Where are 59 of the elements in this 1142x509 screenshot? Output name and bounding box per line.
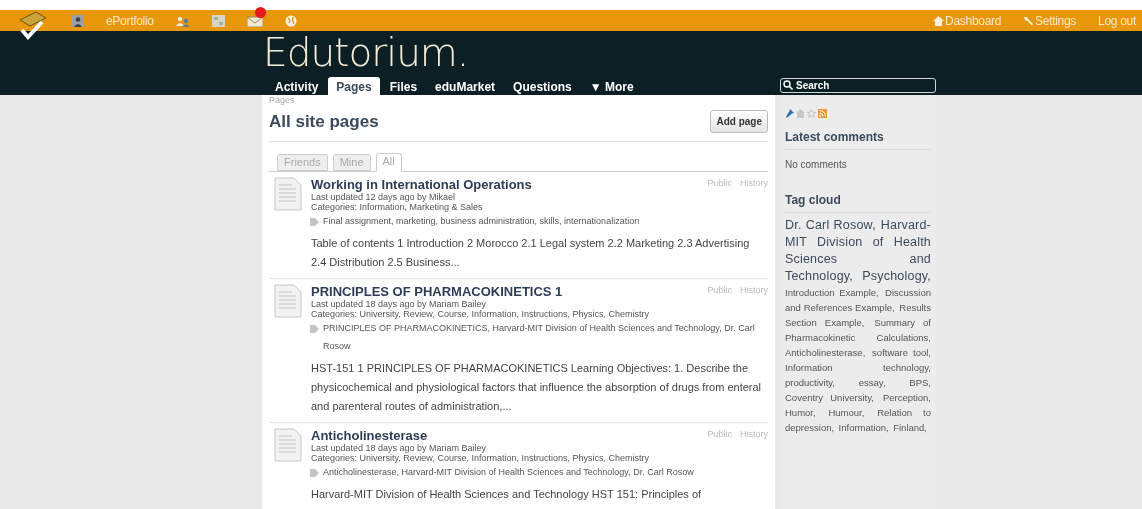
nav-tab[interactable]: eduMarket <box>427 79 504 95</box>
tag-icon <box>310 324 319 333</box>
top-bar-link[interactable]: Dashboard <box>933 11 1002 30</box>
nav-tab[interactable]: Questions <box>505 79 580 95</box>
rss-icon[interactable] <box>818 109 827 118</box>
nav-tab[interactable]: Activity <box>267 79 327 95</box>
summary-text: Harvard-MIT Division of Health Sciences and Technology HST 151: Principles of <box>311 486 703 502</box>
star-icon[interactable] <box>807 109 816 118</box>
document-icon <box>274 283 302 318</box>
people-icon[interactable] <box>175 14 190 27</box>
categories-text: Categories: Information, Marketing & Sales <box>311 201 484 212</box>
updated-text: Last updated 12 days ago by Mikael <box>311 191 457 202</box>
tags-text: Anticholinesterase, Harvard-MIT Division of Health Sciences and Technology, Dr. Carl Rosow <box>323 465 694 479</box>
top-bar-link[interactable]: Settings <box>1023 11 1077 30</box>
page-title: All site pages <box>269 111 379 133</box>
section-heading: Latest comments <box>785 128 931 150</box>
nav-tab[interactable]: Pages <box>328 77 380 95</box>
site-logo[interactable]: Edutorium. <box>262 32 469 74</box>
section-heading: Tag cloud <box>785 191 931 213</box>
history-link[interactable]: History <box>740 427 768 441</box>
mail-icon[interactable] <box>246 14 263 27</box>
filter-tab[interactable]: Friends <box>277 153 328 171</box>
search-field[interactable]: Search <box>780 78 936 93</box>
top-bar-link[interactable]: ePortfolio <box>106 11 154 30</box>
page-link[interactable]: Anticholinesterase <box>311 427 428 443</box>
access-link[interactable]: Public <box>707 283 732 297</box>
globe-icon[interactable] <box>284 14 297 27</box>
filter-tab[interactable]: All <box>375 152 402 172</box>
top-bar-link[interactable]: Log out <box>1098 11 1136 30</box>
nav-tab[interactable]: Files <box>381 79 426 95</box>
categories-text: Categories: University, Review, Course, Information, Instructions, Physics, Chemistry <box>311 308 650 319</box>
pin-icon[interactable] <box>785 109 794 118</box>
filter-tab[interactable]: Mine <box>332 153 371 171</box>
access-link[interactable]: Public <box>707 176 732 190</box>
document-icon <box>274 176 302 211</box>
breadcrumb[interactable]: Pages <box>269 95 295 106</box>
summary-text: Table of contents 1 Introduction 2 Morocco 2.1 Legal system 2.2 Marketing 2.3 Advertising 2.4 Distribution 2.5 Business... <box>311 235 751 270</box>
home-icon <box>933 15 945 26</box>
tag-cloud[interactable]: Dr. Carl Rosow, Harvard-MIT Division of Health Sciences and Technology, Psychology, Introduction Example, Discussion and References Example, Results Section Example, Summary of Pharmacokinetic Calculations, Anticholinesterase, software tool, Information technology, productivity, essay, BPS, Coventry University, Perception, Humor, Humour, Relation to depression, Information, Finland, <box>785 217 931 435</box>
nav-tab[interactable]: ▼ More <box>581 79 642 95</box>
access-link[interactable]: Public <box>707 427 732 441</box>
add-page-button[interactable]: Add page <box>710 110 768 134</box>
page-link[interactable]: PRINCIPLES OF PHARMACOKINETICS 1 <box>311 283 563 299</box>
updated-text: Last updated 18 days ago by Mariam Bailey <box>311 442 488 453</box>
search-icon <box>783 80 793 90</box>
document-icon <box>274 427 302 462</box>
tags-text: PRINCIPLES OF PHARMACOKINETICS, Harvard-MIT Division of Health Sciences and Technology, Dr. Carl Rosow <box>323 321 756 353</box>
page-link[interactable]: Working in International Operations <box>311 176 532 192</box>
tag-icon <box>310 217 319 226</box>
history-link[interactable]: History <box>740 176 768 190</box>
history-link[interactable]: History <box>740 283 768 297</box>
tags-text: Final assignment, marketing, business administration, skills, internationalization <box>323 214 640 228</box>
no-comments-text: No comments <box>785 158 848 172</box>
categories-text: Categories: University, Review, Course, Information, Instructions, Physics, Chemistry <box>311 452 650 463</box>
tag-icon <box>310 468 319 477</box>
updated-text: Last updated 18 days ago by Mariam Bailey <box>311 298 488 309</box>
wrench-icon <box>1023 15 1035 26</box>
person-icon[interactable] <box>72 14 84 27</box>
summary-text: HST-151 1 PRINCIPLES OF PHARMACOKINETICS Learning Objectives: 1. Describe the physicochemical and physiological factors that influence the absorption of drugs from enteral and parenteral routes of administration,... <box>311 360 763 414</box>
